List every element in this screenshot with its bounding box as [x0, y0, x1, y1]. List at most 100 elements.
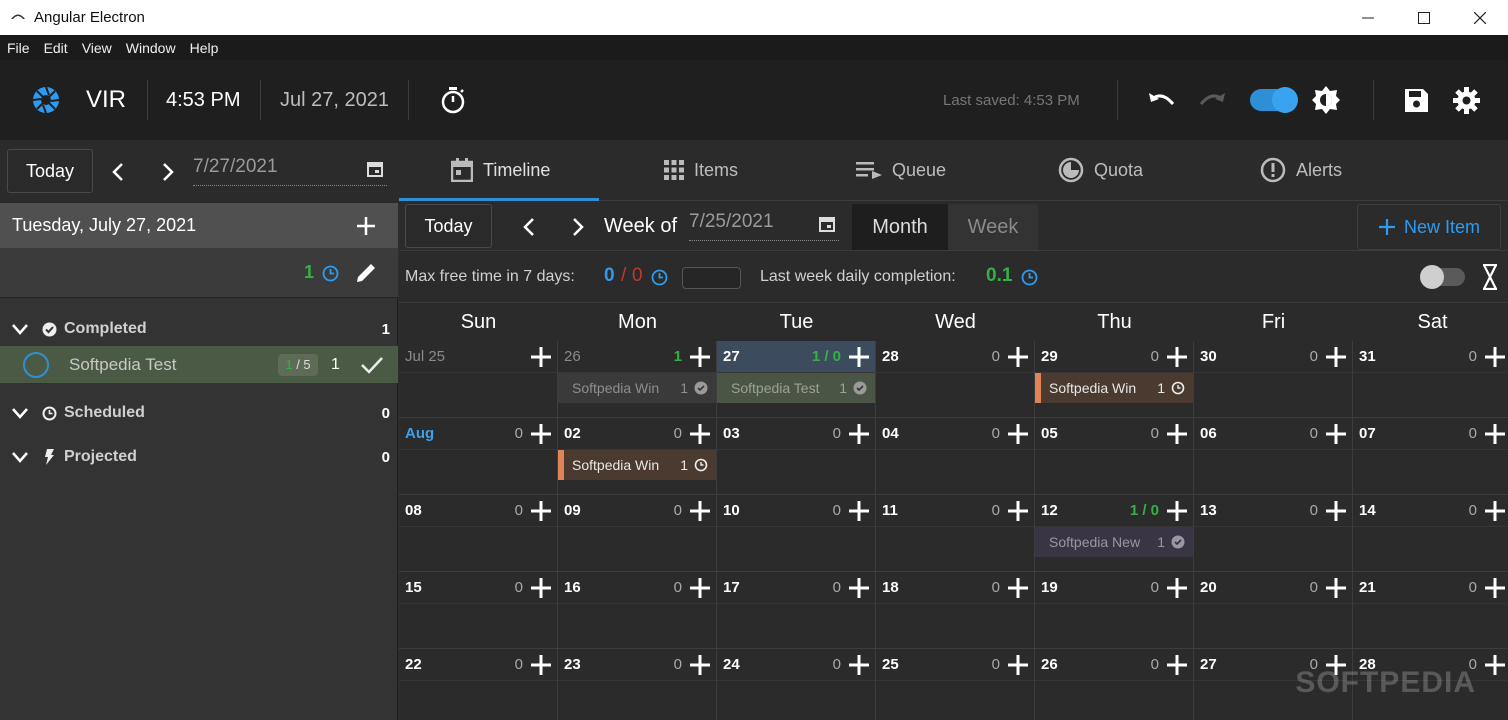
add-to-day-button[interactable] — [530, 500, 552, 522]
calendar-day-cell[interactable]: 29 0 Softpedia Win 1 — [1035, 341, 1194, 418]
calendar-day-cell[interactable]: 13 0 — [1194, 495, 1353, 572]
add-to-day-button[interactable] — [848, 423, 870, 445]
calendar-day-cell[interactable]: 14 0 — [1353, 495, 1508, 572]
add-to-day-button[interactable] — [1166, 654, 1188, 676]
calendar-day-cell[interactable]: 07 0 — [1353, 418, 1508, 495]
add-to-day-button[interactable] — [689, 423, 711, 445]
calendar-day-cell[interactable]: 10 0 — [717, 495, 876, 572]
add-to-day-button[interactable] — [1166, 423, 1188, 445]
calendar-day-cell[interactable]: 17 0 — [717, 572, 876, 649]
prev-week-button[interactable] — [517, 215, 541, 239]
add-to-day-button[interactable] — [689, 346, 711, 368]
calendar-event[interactable]: Softpedia Win 1 — [558, 450, 716, 480]
edit-icon[interactable] — [354, 261, 378, 285]
tab-items[interactable]: Items — [664, 140, 738, 200]
calendar-day-cell[interactable]: Jul 25 — [399, 341, 558, 418]
add-to-day-button[interactable] — [1484, 577, 1506, 599]
calendar-today-button[interactable]: Today — [405, 204, 492, 248]
calendar-day-cell[interactable]: Aug 0 — [399, 418, 558, 495]
tab-quota[interactable]: Quota — [1058, 140, 1143, 200]
add-to-day-button[interactable] — [689, 500, 711, 522]
calendar-day-cell[interactable]: 20 0 — [1194, 572, 1353, 649]
undo-button[interactable] — [1148, 60, 1176, 140]
sidebar-today-button[interactable]: Today — [7, 149, 93, 193]
add-to-day-button[interactable] — [848, 500, 870, 522]
calendar-day-cell[interactable]: 19 0 — [1035, 572, 1194, 649]
add-to-day-button[interactable] — [530, 346, 552, 368]
add-to-day-button[interactable] — [848, 346, 870, 368]
add-to-day-button[interactable] — [530, 577, 552, 599]
add-to-day-button[interactable] — [848, 577, 870, 599]
add-to-day-button[interactable] — [1007, 500, 1029, 522]
month-view-button[interactable]: Month — [852, 204, 948, 250]
add-to-day-button[interactable] — [1325, 500, 1347, 522]
add-to-day-button[interactable] — [530, 423, 552, 445]
calendar-day-cell[interactable]: 08 0 — [399, 495, 558, 572]
calendar-day-cell[interactable]: 16 0 — [558, 572, 717, 649]
hourglass-toggle[interactable] — [1420, 265, 1465, 289]
calendar-event[interactable]: Softpedia Win 1 — [1035, 373, 1193, 403]
check-icon[interactable] — [360, 356, 384, 374]
sidebar-date-field[interactable]: 7/27/2021 — [193, 156, 387, 186]
prev-day-button[interactable] — [106, 160, 130, 184]
calendar-day-cell[interactable]: 28 0 — [876, 341, 1035, 418]
section-scheduled[interactable]: Scheduled 0 — [0, 398, 398, 428]
calendar-day-cell[interactable]: 12 1 / 0 Softpedia New 1 — [1035, 495, 1194, 572]
calendar-day-cell[interactable]: 26 0 — [1035, 649, 1194, 720]
tab-timeline[interactable]: Timeline — [451, 140, 550, 200]
calendar-day-cell[interactable]: 25 0 — [876, 649, 1035, 720]
theme-button[interactable] — [1311, 60, 1341, 140]
calendar-day-cell[interactable]: 27 1 / 0 Softpedia Test 1 — [717, 341, 876, 418]
week-date-field[interactable]: 7/25/2021 — [689, 211, 839, 241]
add-to-day-button[interactable] — [689, 654, 711, 676]
task-status-toggle[interactable] — [23, 351, 49, 378]
next-day-button[interactable] — [156, 160, 180, 184]
tab-queue[interactable]: Queue — [856, 140, 946, 200]
calendar-icon[interactable] — [367, 160, 383, 177]
new-item-button[interactable]: New Item — [1357, 204, 1501, 250]
menu-help[interactable]: Help — [183, 40, 226, 56]
calendar-event[interactable]: Softpedia New 1 — [1035, 527, 1193, 557]
calendar-day-cell[interactable]: 05 0 — [1035, 418, 1194, 495]
add-to-day-button[interactable] — [1484, 346, 1506, 368]
calendar-day-cell[interactable]: 26 1 Softpedia Win 1 — [558, 341, 717, 418]
calendar-day-cell[interactable]: 18 0 — [876, 572, 1035, 649]
add-to-day-button[interactable] — [530, 654, 552, 676]
add-to-day-button[interactable] — [1007, 423, 1029, 445]
add-to-day-button[interactable] — [1484, 500, 1506, 522]
close-button[interactable] — [1452, 0, 1508, 35]
add-to-day-button[interactable] — [1166, 577, 1188, 599]
calendar-day-cell[interactable]: 02 0 Softpedia Win 1 — [558, 418, 717, 495]
minimize-button[interactable] — [1340, 0, 1396, 35]
add-item-button[interactable] — [356, 216, 376, 236]
menu-file[interactable]: File — [0, 40, 37, 56]
calendar-day-cell[interactable]: 09 0 — [558, 495, 717, 572]
add-to-day-button[interactable] — [1166, 500, 1188, 522]
redo-button[interactable] — [1198, 60, 1226, 140]
calendar-day-cell[interactable]: 23 0 — [558, 649, 717, 720]
calendar-day-cell[interactable]: 15 0 — [399, 572, 558, 649]
menu-window[interactable]: Window — [119, 40, 183, 56]
calendar-day-cell[interactable]: 24 0 — [717, 649, 876, 720]
settings-button[interactable] — [1453, 60, 1480, 140]
calendar-event[interactable]: Softpedia Win 1 — [558, 373, 716, 403]
next-week-button[interactable] — [566, 215, 590, 239]
save-button[interactable] — [1404, 60, 1429, 140]
calendar-day-cell[interactable]: 04 0 — [876, 418, 1035, 495]
add-to-day-button[interactable] — [1007, 577, 1029, 599]
add-to-day-button[interactable] — [1325, 346, 1347, 368]
calendar-day-cell[interactable]: 30 0 — [1194, 341, 1353, 418]
tab-alerts[interactable]: Alerts — [1260, 140, 1342, 200]
add-to-day-button[interactable] — [1007, 346, 1029, 368]
add-to-day-button[interactable] — [1484, 423, 1506, 445]
add-to-day-button[interactable] — [1325, 423, 1347, 445]
add-to-day-button[interactable] — [1166, 346, 1188, 368]
calendar-day-cell[interactable]: 31 0 — [1353, 341, 1508, 418]
calendar-day-cell[interactable]: 21 0 — [1353, 572, 1508, 649]
add-to-day-button[interactable] — [848, 654, 870, 676]
add-to-day-button[interactable] — [689, 577, 711, 599]
add-to-day-button[interactable] — [1325, 577, 1347, 599]
timer-button[interactable] — [440, 60, 466, 140]
add-to-day-button[interactable] — [1484, 654, 1506, 676]
task-item[interactable]: Softpedia Test 1 / 5 1 — [0, 346, 398, 383]
